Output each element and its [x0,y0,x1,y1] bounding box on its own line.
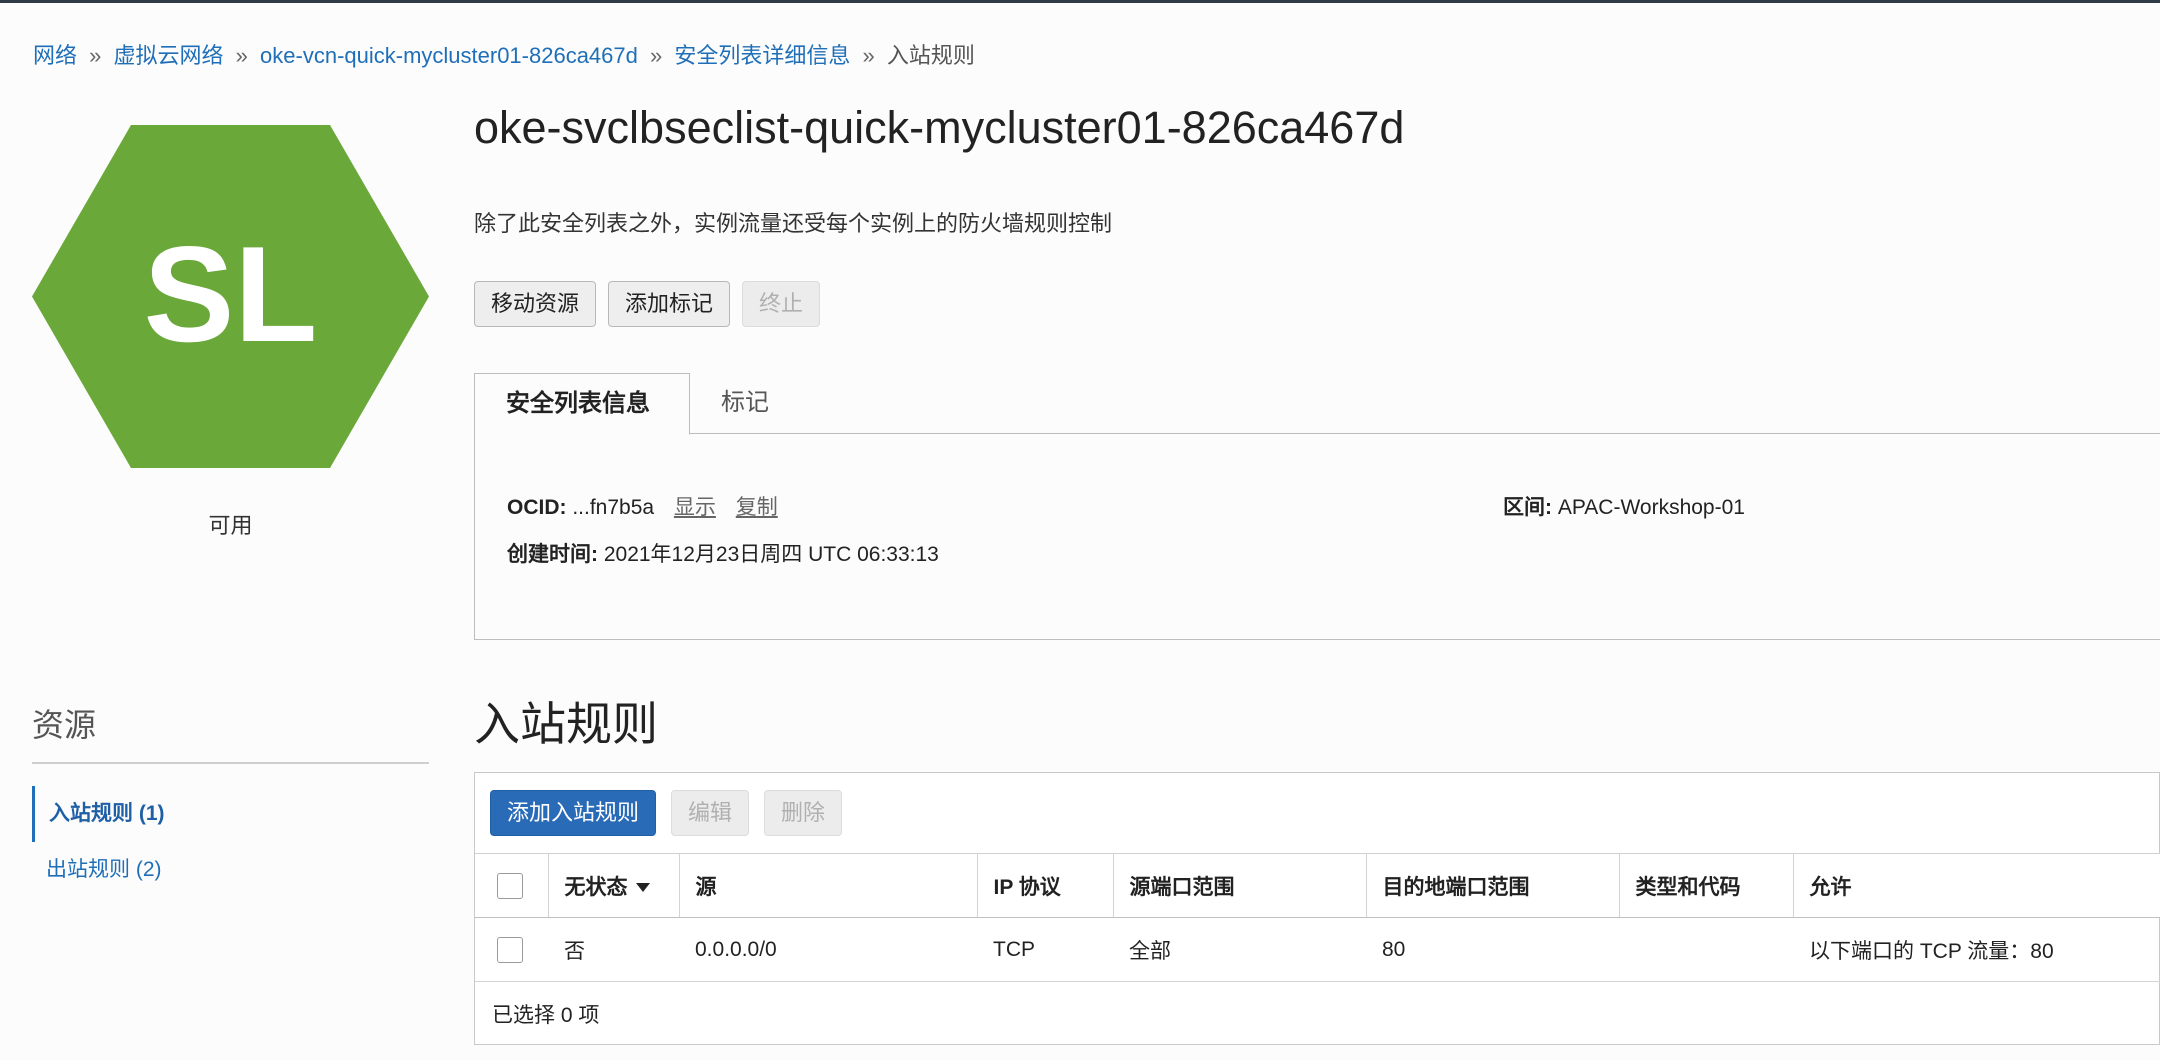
breadcrumb-separator: » [235,43,248,68]
security-list-info-panel: OCID: ...fn7b5a 显示 复制 区间: APAC-Workshop-… [474,433,2160,640]
compartment-row: 区间: APAC-Workshop-01 [1503,491,1745,521]
select-all-checkbox[interactable] [497,872,523,899]
breadcrumb-separator: » [862,43,875,68]
column-header-allows: 允许 [1793,853,2160,918]
resource-hexagon-icon: SL [32,125,429,468]
selection-count: 已选择 0 项 [492,1004,600,1027]
breadcrumb: 网络 » 虚拟云网络 » oke-vcn-quick-mycluster01-8… [33,38,975,70]
column-header-ip-protocol: IP 协议 [977,853,1114,918]
breadcrumb-vcn-list[interactable]: 虚拟云网络 [114,43,224,68]
table-header-row: 无状态 源 IP 协议 源端口范围 目的地端口范围 类型和代码 允许 [475,853,2160,918]
column-header-type-code: 类型和代码 [1619,853,1794,918]
action-buttons: 移动资源 添加标记 终止 [474,281,821,327]
resource-icon-letters: SL [144,218,318,370]
row-checkbox[interactable] [497,936,523,963]
row-select-cell [475,917,548,982]
cell-source: 0.0.0.0/0 [679,917,977,982]
ocid-row: OCID: ...fn7b5a 显示 复制 [507,491,778,521]
tab-security-list-info[interactable]: 安全列表信息 [474,373,690,435]
breadcrumb-networking[interactable]: 网络 [33,43,77,68]
breadcrumb-vcn[interactable]: oke-vcn-quick-mycluster01-826ca467d [260,43,638,68]
column-header-source-port-range: 源端口范围 [1113,853,1367,918]
resources-heading: 资源 [32,707,97,743]
resources-nav: 入站规则 (1) 出站规则 (2) [32,786,429,898]
edit-button: 编辑 [671,790,750,836]
terminate-button: 终止 [742,281,821,327]
ocid-value: ...fn7b5a [572,496,655,519]
tab-tags[interactable]: 标记 [690,373,800,434]
move-resource-button[interactable]: 移动资源 [474,281,597,327]
resources-nav-ingress-rules[interactable]: 入站规则 (1) [32,786,429,842]
page-title: oke-svclbseclist-quick-mycluster01-826ca… [474,102,1405,153]
created-value: 2021年12月23日周四 UTC 06:33:13 [603,543,939,566]
top-bar [0,0,2160,3]
compartment-value: APAC-Workshop-01 [1557,496,1745,519]
detail-tabs: 安全列表信息 标记 [474,373,2160,435]
resources-nav-egress-rules[interactable]: 出站规则 (2) [32,842,429,898]
breadcrumb-security-list[interactable]: 安全列表详细信息 [674,43,850,68]
ocid-copy-link[interactable]: 复制 [736,496,778,519]
table-toolbar: 添加入站规则 编辑 删除 [490,790,843,836]
add-tag-button[interactable]: 添加标记 [608,281,731,327]
inbound-rules-card: 添加入站规则 编辑 删除 无状态 源 IP 协议 源端口范围 目的地端口范围 类… [474,772,2160,1045]
page-description: 除了此安全列表之外，实例流量还受每个实例上的防火墙规则控制 [474,211,1113,236]
ocid-label: OCID: [507,496,567,519]
section-title-inbound-rules: 入站规则 [474,698,658,750]
column-header-stateless[interactable]: 无状态 [548,853,680,918]
table-row: 否 0.0.0.0/0 TCP 全部 80 以下端口的 TCP 流量：80 [475,917,2160,982]
breadcrumb-separator: » [650,43,663,68]
ocid-show-link[interactable]: 显示 [674,496,716,519]
created-label: 创建时间: [507,543,598,566]
resource-status: 可用 [208,513,253,538]
cell-source-ports: 全部 [1113,917,1366,982]
cell-type-code [1619,917,1793,982]
breadcrumb-separator: » [89,43,102,68]
select-all-header [475,853,549,918]
compartment-label: 区间: [1503,496,1552,519]
column-header-label: 无状态 [564,875,628,899]
cell-allows: 以下端口的 TCP 流量：80 [1793,917,2160,982]
inbound-rules-table: 无状态 源 IP 协议 源端口范围 目的地端口范围 类型和代码 允许 否 0.0… [475,853,2160,982]
column-header-source: 源 [679,853,978,918]
created-row: 创建时间: 2021年12月23日周四 UTC 06:33:13 [507,538,939,568]
divider [32,762,429,764]
column-header-dest-port-range: 目的地端口范围 [1366,853,1620,918]
breadcrumb-current: 入站规则 [886,43,975,68]
sort-desc-icon [635,883,650,893]
cell-protocol: TCP [977,917,1113,982]
add-inbound-rule-button[interactable]: 添加入站规则 [490,790,657,836]
delete-button: 删除 [764,790,843,836]
cell-dest-ports: 80 [1366,917,1619,982]
cell-stateless: 否 [548,917,679,982]
